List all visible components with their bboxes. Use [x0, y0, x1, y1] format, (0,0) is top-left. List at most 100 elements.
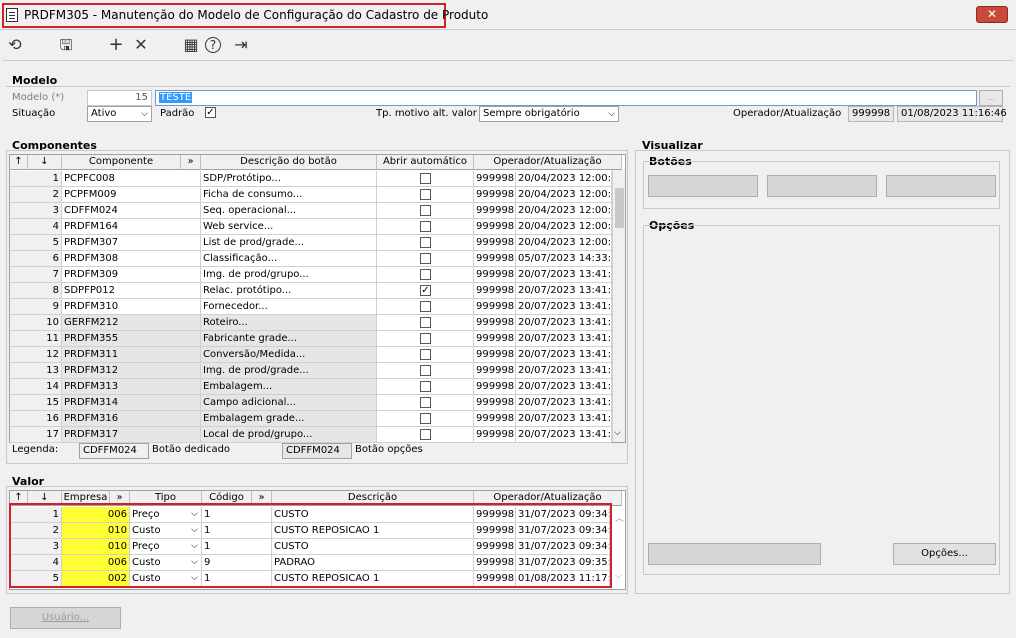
- calendar-icon[interactable]: ▦: [180, 34, 202, 56]
- componente-code[interactable]: PRDFM313: [62, 379, 201, 395]
- abrir-automatico-checkbox[interactable]: [420, 173, 431, 184]
- abrir-automatico-checkbox[interactable]: [420, 429, 431, 440]
- col-componente[interactable]: Componente: [62, 155, 181, 170]
- abrir-automatico-checkbox[interactable]: [420, 269, 431, 280]
- table-row[interactable]: 3 CDFFM024 Seq. operacional... 999998 20/04/…: [10, 203, 612, 219]
- usuario-button[interactable]: Usuário...: [10, 607, 121, 629]
- table-row[interactable]: 13 PRDFM312 Img. de prod/grade... 999998 20/…: [10, 363, 612, 379]
- table-row[interactable]: 8 SDPFP012 Relac. protótipo... ✓ 999998 20/07…: [10, 283, 612, 299]
- tp-motivo-select[interactable]: Sempre obrigatório ⌵: [479, 106, 619, 122]
- componente-code[interactable]: PRDFM308: [62, 251, 201, 267]
- chevron-down-icon[interactable]: ⌵: [614, 428, 621, 438]
- descricao-botao[interactable]: Embalagem grade...: [201, 411, 377, 427]
- opcoes-slot[interactable]: [648, 543, 821, 565]
- descricao-botao[interactable]: Img. de prod/grupo...: [201, 267, 377, 283]
- componente-code[interactable]: PCPFC008: [62, 171, 201, 187]
- abrir-automatico-checkbox[interactable]: [420, 301, 431, 312]
- componente-code[interactable]: PCPFM009: [62, 187, 201, 203]
- descricao-botao[interactable]: Seq. operacional...: [201, 203, 377, 219]
- descricao-botao[interactable]: Fabricante grade...: [201, 331, 377, 347]
- table-row[interactable]: 16 PRDFM316 Embalagem grade... 999998 20/07/…: [10, 411, 612, 427]
- table-row[interactable]: 5 PRDFM307 List de prod/grade... 999998 20/0…: [10, 235, 612, 251]
- abrir-automatico-checkbox[interactable]: [420, 381, 431, 392]
- abrir-automatico-checkbox[interactable]: [420, 413, 431, 424]
- modelo-name-field[interactable]: TESTE: [155, 90, 977, 106]
- descricao-botao[interactable]: Conversão/Medida...: [201, 347, 377, 363]
- descricao-botao[interactable]: Local de prod/grupo...: [201, 427, 377, 443]
- abrir-automatico-checkbox[interactable]: [420, 205, 431, 216]
- sort-down-icon[interactable]: ↓: [28, 155, 62, 170]
- table-row[interactable]: 14 PRDFM313 Embalagem... 999998 20/07/2023 1…: [10, 379, 612, 395]
- opcoes-button[interactable]: Opções...: [893, 543, 996, 565]
- col-expand-button[interactable]: »: [181, 155, 201, 170]
- table-row[interactable]: 9 PRDFM310 Fornecedor... 999998 20/07/2023 1…: [10, 299, 612, 315]
- componente-code[interactable]: PRDFM317: [62, 427, 201, 443]
- scroll-thumb[interactable]: [615, 188, 624, 228]
- undo-icon[interactable]: ⟲: [4, 34, 26, 56]
- table-row[interactable]: 7 PRDFM309 Img. de prod/grupo... 999998 20/0…: [10, 267, 612, 283]
- componentes-scrollbar[interactable]: ⌵: [612, 170, 625, 442]
- componente-code[interactable]: PRDFM307: [62, 235, 201, 251]
- descricao-botao[interactable]: Web service...: [201, 219, 377, 235]
- delete-icon[interactable]: ✕: [130, 34, 152, 56]
- botao-slot-3[interactable]: [886, 175, 996, 197]
- save-icon[interactable]: 🖫: [55, 34, 77, 56]
- chevron-up-icon[interactable]: ︿: [615, 511, 624, 524]
- componente-code[interactable]: PRDFM316: [62, 411, 201, 427]
- componente-code[interactable]: PRDFM355: [62, 331, 201, 347]
- botao-slot-1[interactable]: [648, 175, 758, 197]
- abrir-automatico-checkbox[interactable]: ✓: [420, 285, 431, 296]
- abrir-automatico-checkbox[interactable]: [420, 189, 431, 200]
- descricao-botao[interactable]: Campo adicional...: [201, 395, 377, 411]
- exit-icon[interactable]: ⇥: [230, 34, 252, 56]
- help-icon[interactable]: ?: [205, 37, 221, 53]
- table-row[interactable]: 6 PRDFM308 Classificação... 999998 05/07/202…: [10, 251, 612, 267]
- table-row[interactable]: 11 PRDFM355 Fabricante grade... 999998 20/07…: [10, 331, 612, 347]
- descricao-botao[interactable]: Roteiro...: [201, 315, 377, 331]
- descricao-botao[interactable]: Embalagem...: [201, 379, 377, 395]
- descricao-botao[interactable]: Fornecedor...: [201, 299, 377, 315]
- add-icon[interactable]: +: [105, 34, 127, 56]
- componente-code[interactable]: PRDFM309: [62, 267, 201, 283]
- col-operador[interactable]: Operador/Atualização: [474, 155, 622, 170]
- table-row[interactable]: 12 PRDFM311 Conversão/Medida... 999998 20/07…: [10, 347, 612, 363]
- botao-slot-2[interactable]: [767, 175, 877, 197]
- table-row[interactable]: 1 PCPFC008 SDP/Protótipo... 999998 20/04/202…: [10, 171, 612, 187]
- table-row[interactable]: 15 PRDFM314 Campo adicional... 999998 20/07/…: [10, 395, 612, 411]
- padrao-checkbox[interactable]: ✓: [205, 107, 216, 118]
- componente-code[interactable]: PRDFM314: [62, 395, 201, 411]
- abrir-automatico-checkbox[interactable]: [420, 333, 431, 344]
- abrir-automatico-checkbox[interactable]: [420, 317, 431, 328]
- abrir-automatico-checkbox[interactable]: [420, 253, 431, 264]
- descricao-botao[interactable]: Relac. protótipo...: [201, 283, 377, 299]
- abrir-automatico-checkbox[interactable]: [420, 365, 431, 376]
- table-row[interactable]: 10 GERFM212 Roteiro... 999998 20/07/2023 13:…: [10, 315, 612, 331]
- componente-code[interactable]: PRDFM312: [62, 363, 201, 379]
- componente-code[interactable]: CDFFM024: [62, 203, 201, 219]
- descricao-botao[interactable]: Classificação...: [201, 251, 377, 267]
- col-abrir-automatico[interactable]: Abrir automático: [377, 155, 474, 170]
- descricao-botao[interactable]: List de prod/grade...: [201, 235, 377, 251]
- componente-code[interactable]: SDPFP012: [62, 283, 201, 299]
- situacao-select[interactable]: Ativo ⌵: [87, 106, 152, 122]
- abrir-automatico-checkbox[interactable]: [420, 221, 431, 232]
- componente-code[interactable]: PRDFM164: [62, 219, 201, 235]
- chevron-down-icon[interactable]: ⌵: [615, 571, 622, 581]
- descricao-botao[interactable]: Img. de prod/grade...: [201, 363, 377, 379]
- lookup-button[interactable]: ...: [979, 90, 1003, 106]
- componente-code[interactable]: PRDFM310: [62, 299, 201, 315]
- descricao-botao[interactable]: Ficha de consumo...: [201, 187, 377, 203]
- descricao-botao[interactable]: SDP/Protótipo...: [201, 171, 377, 187]
- abrir-automatico-checkbox[interactable]: [420, 397, 431, 408]
- componente-code[interactable]: PRDFM311: [62, 347, 201, 363]
- abrir-automatico-checkbox[interactable]: [420, 237, 431, 248]
- componente-code[interactable]: GERFM212: [62, 315, 201, 331]
- abrir-automatico-checkbox[interactable]: [420, 349, 431, 360]
- close-button[interactable]: ✕: [976, 6, 1008, 23]
- sort-up-icon[interactable]: ↑: [10, 155, 28, 170]
- table-row[interactable]: 17 PRDFM317 Local de prod/grupo... 999998 20…: [10, 427, 612, 443]
- table-row[interactable]: 4 PRDFM164 Web service... 999998 20/04/2023 …: [10, 219, 612, 235]
- col-descricao-botao[interactable]: Descrição do botão: [201, 155, 377, 170]
- modelo-number-field[interactable]: 15: [87, 90, 152, 106]
- table-row[interactable]: 2 PCPFM009 Ficha de consumo... 999998 20/04/…: [10, 187, 612, 203]
